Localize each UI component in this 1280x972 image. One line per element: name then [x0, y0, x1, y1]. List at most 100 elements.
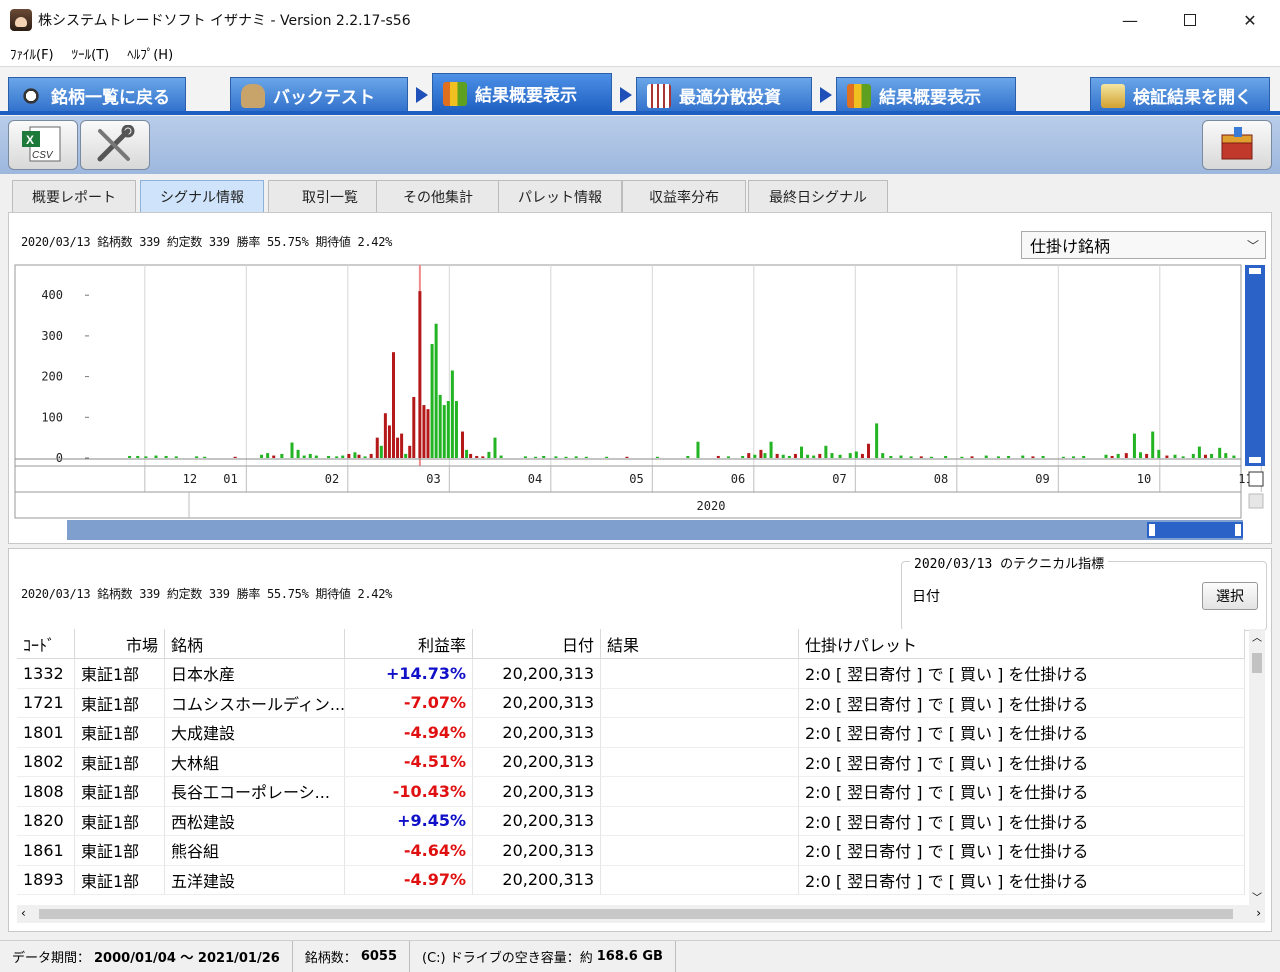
signal-bar: [824, 445, 828, 458]
signal-bar: [625, 456, 629, 458]
menu-tools[interactable]: ﾂｰﾙ(T): [72, 44, 110, 63]
status-disk-space: (C:) ドライブの空き容量：約 168.6 GB: [410, 941, 676, 972]
tab-optimal-diversification[interactable]: 最適分散投資: [636, 77, 812, 113]
cell-date: 20,200,313: [473, 659, 601, 689]
svg-text:X: X: [26, 133, 34, 147]
technical-indicator-group: 2020/03/13 のテクニカル指標 日付 選択: [901, 553, 1267, 631]
signal-bar: [838, 454, 842, 458]
signal-bar: [391, 352, 395, 458]
col-result[interactable]: 結果: [601, 629, 799, 658]
signal-bar: [655, 456, 659, 458]
signal-bar: [919, 456, 923, 458]
export-chest-button[interactable]: [1202, 120, 1272, 170]
signal-bar: [357, 454, 361, 458]
tools-button[interactable]: [80, 120, 150, 170]
signal-bar: [984, 455, 988, 458]
tab-other-stats[interactable]: その他集計: [376, 180, 500, 212]
signal-bar: [812, 455, 816, 458]
wrench-screwdriver-icon: [97, 125, 135, 162]
y-tick-label: 400: [41, 288, 63, 302]
signal-bar: [800, 446, 804, 458]
signal-bar: [233, 456, 237, 458]
cell-return: -4.94%: [345, 718, 473, 748]
signal-bar: [1061, 456, 1065, 458]
cell-code: 1332: [17, 659, 75, 689]
h-scroll-thumb[interactable]: [39, 909, 1233, 919]
tab-trade-list[interactable]: 取引一覧: [268, 180, 392, 212]
signal-bar-chart[interactable]: 400300200100012 01 02 03 04 05 06 07 08 09 10 11202…: [9, 213, 1271, 543]
col-return[interactable]: 利益率: [345, 629, 473, 658]
table-row[interactable]: 1893 東証1部 五洋建設 -4.97% 20,200,313 2:0 [ 翌日寄付 ]…: [17, 865, 1245, 895]
cell-date: 20,200,313: [473, 865, 601, 895]
signal-bar: [1203, 454, 1207, 458]
treasure-chest-icon: [1221, 127, 1253, 160]
arrow-icon: [620, 87, 632, 103]
menu-help[interactable]: ﾍﾙﾌﾟ(H): [127, 44, 173, 63]
signal-bar: [434, 323, 438, 458]
open-icon: [1101, 83, 1125, 108]
tab-overview-report[interactable]: 概要レポート: [12, 180, 136, 212]
y-tick-label: 100: [41, 410, 63, 424]
scroll-left-icon[interactable]: ‹: [21, 906, 26, 920]
vertical-scrollbar[interactable]: ︿ ﹀: [1249, 629, 1265, 905]
table-row[interactable]: 1801 東証1部 大成建設 -4.94% 20,200,313 2:0 [ 翌日寄付 ]…: [17, 718, 1245, 748]
select-button[interactable]: 選択: [1202, 582, 1258, 610]
signal-bar: [438, 394, 442, 458]
signal-bar: [860, 453, 864, 458]
tab-palette-info[interactable]: パレット情報: [498, 180, 622, 212]
tab-last-day-signal[interactable]: 最終日シグナル: [748, 180, 888, 212]
tab-result-summary-2-label: 結果概要表示: [879, 88, 981, 108]
col-entry-palette[interactable]: 仕掛けパレット: [799, 629, 1245, 658]
tab-signal-info[interactable]: シグナル情報: [140, 180, 264, 212]
table-row[interactable]: 1802 東証1部 大林組 -4.51% 20,200,313 2:0 [ 翌日寄付 ] …: [17, 747, 1245, 777]
tab-back-to-list[interactable]: 銘柄一覧に戻る: [8, 77, 186, 113]
cell-return: -10.43%: [345, 777, 473, 807]
tab-return-distribution[interactable]: 収益率分布: [622, 180, 746, 212]
tab-result-summary[interactable]: 結果概要表示: [432, 73, 612, 113]
scroll-up-icon[interactable]: ︿: [1251, 629, 1263, 644]
table-row[interactable]: 1332 東証1部 日本水産 +14.73% 20,200,313 2:0 [ 翌日寄付 …: [17, 659, 1245, 689]
maximize-button[interactable]: [1160, 0, 1220, 40]
tab-result-summary-2[interactable]: 結果概要表示: [836, 77, 1016, 113]
col-market[interactable]: 市場: [75, 629, 165, 658]
table-row[interactable]: 1861 東証1部 熊谷組 -4.64% 20,200,313 2:0 [ 翌日寄付 ] …: [17, 836, 1245, 866]
signal-bar: [1151, 431, 1155, 458]
table-icon: [647, 83, 671, 108]
status-count-value: 6055: [360, 949, 397, 964]
col-code[interactable]: ｺｰﾄﾞ: [17, 629, 75, 658]
table-row[interactable]: 1808 東証1部 長谷工コーポレーシ... -10.43% 20,200,313 2:0…: [17, 777, 1245, 807]
maximize-icon: [1184, 14, 1196, 26]
y-tick-label: 200: [41, 370, 63, 384]
signal-bar: [1197, 446, 1201, 458]
month-label: 02: [325, 472, 339, 486]
signal-bar: [716, 455, 720, 458]
month-label: 09: [1035, 472, 1049, 486]
month-label: 12: [183, 472, 197, 486]
signal-bar: [404, 453, 408, 458]
scroll-down-icon[interactable]: ﹀: [1251, 889, 1263, 904]
table-row[interactable]: 1820 東証1部 西松建設 +9.45% 20,200,313 2:0 [ 翌日寄付 ]…: [17, 806, 1245, 836]
cell-palette: 2:0 [ 翌日寄付 ] で [ 買い ] を仕掛ける: [799, 688, 1245, 718]
signal-bar: [335, 456, 339, 458]
col-date[interactable]: 日付: [473, 629, 601, 658]
horizontal-scrollbar[interactable]: ‹ ›: [17, 905, 1265, 923]
cell-market: 東証1部: [75, 747, 165, 777]
tab-open-verification[interactable]: 検証結果を開く: [1090, 77, 1270, 113]
month-label: 03: [426, 472, 440, 486]
cell-date: 20,200,313: [473, 806, 601, 836]
close-button[interactable]: ✕: [1220, 0, 1280, 40]
cell-date: 20,200,313: [473, 718, 601, 748]
signal-bar: [1007, 455, 1011, 458]
scroll-right-icon[interactable]: ›: [1256, 906, 1261, 920]
arrow-icon: [820, 87, 832, 103]
tab-backtest[interactable]: バックテスト: [230, 77, 408, 113]
col-name[interactable]: 銘柄: [165, 629, 345, 658]
status-period-label: データ期間：: [12, 951, 91, 966]
signal-bar: [481, 456, 485, 458]
menu-file[interactable]: ﾌｧｲﾙ(F): [10, 44, 54, 63]
tab-underline: [0, 111, 1280, 115]
scroll-thumb[interactable]: [1252, 653, 1262, 673]
csv-export-button[interactable]: X CSV: [8, 120, 78, 170]
table-row[interactable]: 1721 東証1部 コムシスホールディン... -7.07% 20,200,313 2:0…: [17, 688, 1245, 718]
minimize-button[interactable]: —: [1100, 0, 1160, 40]
